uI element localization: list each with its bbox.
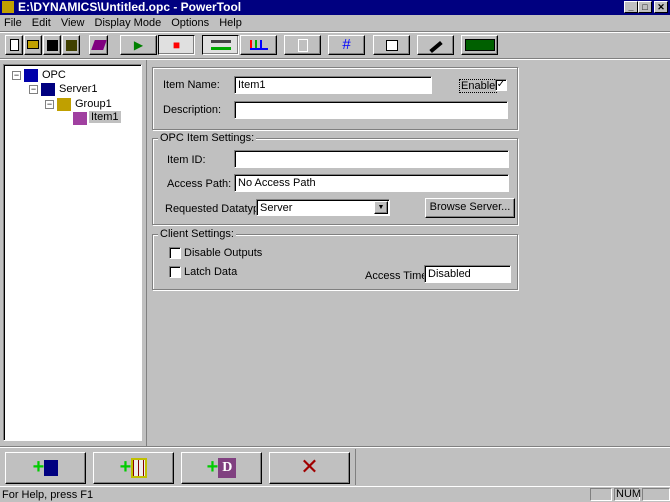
latch-data-checkbox[interactable] <box>169 266 181 278</box>
access-path-label: Access Path: <box>167 178 232 190</box>
delete-button[interactable]: ✕ <box>269 452 350 484</box>
maximize-button[interactable]: □ <box>638 1 652 13</box>
plus-icon: + <box>32 456 45 478</box>
bar-chart-icon <box>249 40 268 50</box>
properties-button[interactable] <box>373 35 410 55</box>
description-label: Description: <box>163 104 222 116</box>
item-name-label: Item Name: <box>163 79 220 91</box>
menu-view[interactable]: View <box>61 17 85 29</box>
properties-icon <box>385 40 398 51</box>
statistics-button[interactable] <box>240 35 277 55</box>
new-file-button[interactable] <box>5 35 23 55</box>
document-icon <box>297 39 308 52</box>
book-icon <box>90 40 107 50</box>
menu-file[interactable]: File <box>4 17 22 29</box>
menu-edit[interactable]: Edit <box>32 17 51 29</box>
access-time-input[interactable]: Disabled <box>424 265 511 283</box>
datatype-select[interactable]: Server ▼ <box>256 199 390 216</box>
disable-outputs-label: Disable Outputs <box>184 247 263 259</box>
client-settings-legend: Client Settings: <box>158 228 236 240</box>
collapse-server-toggle[interactable]: − <box>29 85 38 94</box>
opc-item-settings-group: OPC Item Settings: Item ID: Access Path:… <box>152 132 518 225</box>
network-icon: # <box>342 36 351 53</box>
minimize-button[interactable]: _ <box>624 1 638 13</box>
group-icon <box>57 98 71 111</box>
status-help-text: For Help, press F1 <box>2 489 94 501</box>
plus-icon: + <box>206 456 219 478</box>
window-title: E:\DYNAMICS\Untitled.opc - PowerTool <box>18 0 242 14</box>
menu-display-mode[interactable]: Display Mode <box>95 17 162 29</box>
enable-label: Enable <box>459 79 498 93</box>
tree-node-item1[interactable]: Item1 <box>89 111 121 123</box>
title-bar: E:\DYNAMICS\Untitled.opc - PowerTool _ □… <box>0 0 670 15</box>
server-icon <box>44 459 59 476</box>
dropdown-arrow-icon[interactable]: ▼ <box>374 201 388 214</box>
item-name-input[interactable]: Item1 <box>234 76 432 94</box>
enable-checkbox[interactable]: ✓ <box>495 79 507 91</box>
book-button[interactable] <box>89 35 108 55</box>
network-button[interactable]: # <box>328 35 365 55</box>
waveform-button[interactable] <box>461 35 498 55</box>
opc-tree[interactable]: − OPC − Server1 − Group1 Item1 <box>3 64 142 441</box>
stop-icon: ■ <box>172 38 181 52</box>
status-caps-panel <box>590 488 612 501</box>
server-icon <box>41 83 55 96</box>
access-time-label: Access Time: <box>365 270 431 282</box>
group-icon <box>131 457 148 478</box>
status-num-panel: NUM <box>614 488 642 501</box>
item-id-input[interactable] <box>234 150 509 168</box>
datatype-label: Requested Datatype: <box>165 203 269 215</box>
folder-icon <box>27 40 39 49</box>
close-button[interactable]: ✕ <box>654 1 668 13</box>
disabled-button[interactable] <box>284 35 321 55</box>
new-file-icon <box>9 39 19 51</box>
status-scrl-panel <box>642 488 670 501</box>
app-icon <box>2 1 14 13</box>
run-button[interactable]: ▶ <box>120 35 157 55</box>
datatype-value: Server <box>260 202 293 214</box>
collapse-opc-toggle[interactable]: − <box>12 71 21 80</box>
delete-x-icon: ✕ <box>300 454 319 479</box>
floppy-icon <box>46 40 58 51</box>
access-path-input[interactable]: No Access Path <box>234 174 509 192</box>
waveform-icon <box>464 39 495 51</box>
floppy-check-icon <box>65 40 77 51</box>
configure-button[interactable] <box>202 35 239 55</box>
item-general-group: Item Name: Item1 Enable ✓ Description: <box>152 67 518 130</box>
save-button[interactable] <box>43 35 61 55</box>
plus-icon: + <box>119 456 132 478</box>
tools-icon <box>210 40 231 50</box>
probe-button[interactable] <box>417 35 454 55</box>
menu-help[interactable]: Help <box>219 17 242 29</box>
opc-item-settings-legend: OPC Item Settings: <box>158 132 257 144</box>
opc-icon <box>24 69 38 82</box>
save-all-button[interactable] <box>62 35 80 55</box>
stop-button[interactable]: ■ <box>158 35 195 55</box>
open-button[interactable] <box>24 35 42 55</box>
add-group-button[interactable]: + <box>93 452 174 484</box>
item-block-icon: D <box>218 457 237 478</box>
latch-data-label: Latch Data <box>184 266 238 278</box>
probe-icon <box>428 40 443 54</box>
browse-server-button[interactable]: Browse Server... <box>425 198 515 218</box>
collapse-group-toggle[interactable]: − <box>45 100 54 109</box>
tree-node-group1[interactable]: Group1 <box>75 98 112 110</box>
tree-node-server1[interactable]: Server1 <box>59 83 98 95</box>
tree-node-opc[interactable]: OPC <box>42 69 66 81</box>
description-input[interactable] <box>234 101 508 119</box>
add-item-button[interactable]: + D <box>181 452 262 484</box>
client-settings-group: Client Settings: Disable Outputs Latch D… <box>152 228 518 290</box>
play-icon: ▶ <box>133 38 144 52</box>
add-server-button[interactable]: + <box>5 452 86 484</box>
disable-outputs-checkbox[interactable] <box>169 247 181 259</box>
menu-bar: File Edit View Display Mode Options Help <box>0 15 245 31</box>
item-id-label: Item ID: <box>167 154 206 166</box>
menu-options[interactable]: Options <box>171 17 209 29</box>
item-icon <box>73 112 87 125</box>
